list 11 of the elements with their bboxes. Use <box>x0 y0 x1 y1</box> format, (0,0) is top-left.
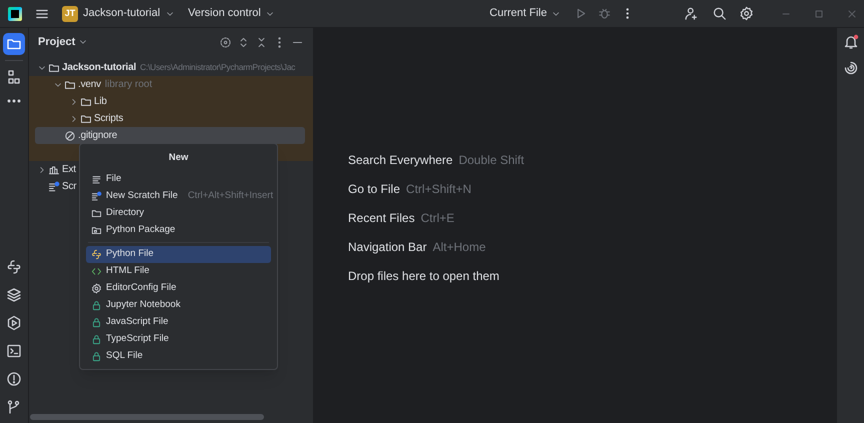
hint-label: Drop files here to open them <box>348 268 500 284</box>
hint-label: Go to File <box>348 180 400 198</box>
shortcut-text: Double Shift <box>458 152 524 168</box>
menu-title: New <box>168 151 190 165</box>
shortcut-text: Ctrl+E <box>420 210 454 226</box>
hint-label: Recent Files <box>348 210 415 226</box>
shortcut-text: Alt+Home <box>432 238 486 256</box>
shortcut-text: Ctrl+Shift+N <box>406 180 472 198</box>
project-avatar: JT <box>62 6 78 22</box>
hint-label: Navigation Bar <box>348 238 427 256</box>
hint-label: Search Everywhere <box>348 152 453 168</box>
